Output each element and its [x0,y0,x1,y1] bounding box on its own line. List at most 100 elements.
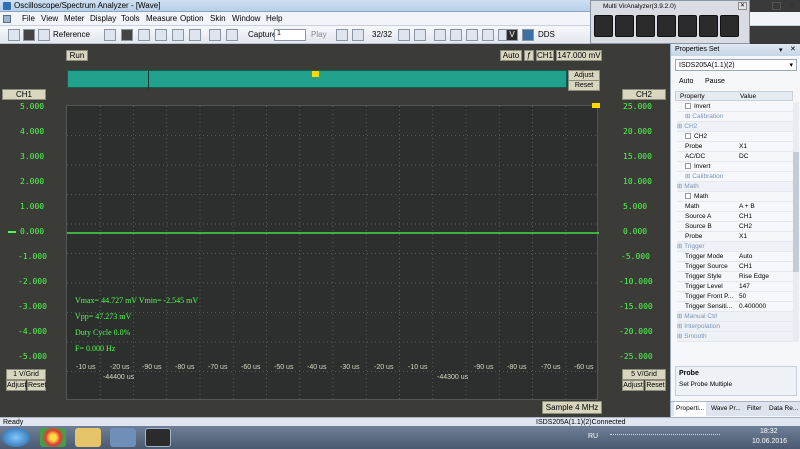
ch1-reset-button[interactable]: Reset [27,380,46,391]
ch2-scale[interactable]: 5 V/Grid [622,369,666,380]
menu-file[interactable]: File [22,14,35,23]
close-icon[interactable]: ✕ [786,1,798,11]
property-row[interactable]: Probe X1 [677,232,793,242]
property-row[interactable]: ⊞ Manual Ctrl [677,312,793,322]
property-row[interactable]: AC/DC DC [677,152,793,162]
language-indicator[interactable]: RU [588,433,598,440]
waveform-plot[interactable]: Vmax= 44.727 mV Vmin= -2.545 mV Vpp= 47.… [66,105,599,401]
property-row[interactable]: ⊞ Trigger [677,242,793,252]
checkbox[interactable] [685,133,691,140]
ch2-reset-button[interactable]: Reset [645,380,666,391]
property-value[interactable]: 50 [739,292,746,302]
property-row[interactable]: Invert [677,162,793,172]
property-row[interactable]: Trigger Sensiti... 0.400000 [677,302,793,312]
ch1-adjust-button[interactable]: Adjust [6,380,26,391]
wave-mode-icon-3[interactable] [636,15,655,37]
layout-dual-icon[interactable] [450,29,462,41]
viranalyzer-close-icon[interactable]: ✕ [738,2,747,10]
pin-icon[interactable]: ▾ [779,46,783,54]
wave-mode-icon-2[interactable] [615,15,634,37]
property-row[interactable]: ⊞ Calibration [677,112,793,122]
property-row[interactable]: ⊞ Smooth [677,332,793,342]
property-row[interactable]: Invert [677,102,793,112]
property-scrollbar[interactable] [793,102,799,342]
property-value[interactable]: Auto [739,252,752,262]
cursor-icon[interactable] [104,29,116,41]
property-value[interactable]: 147 [739,282,750,292]
property-row[interactable]: Math A + B [677,202,793,212]
last-frame-icon[interactable] [414,29,426,41]
property-row[interactable]: ⊞ CH2 [677,122,793,132]
overview-bar[interactable] [67,70,567,89]
maximize-icon[interactable] [772,2,781,10]
property-value[interactable]: CH1 [739,262,752,272]
tab-properties[interactable]: Properti... [674,402,707,416]
wave-mode-icon-7[interactable] [720,15,739,37]
save-icon[interactable] [23,29,35,41]
property-row[interactable]: CH2 [677,132,793,142]
menu-display[interactable]: Display [90,14,116,23]
run-status[interactable]: Run [66,50,88,61]
trigger-edge-icon[interactable]: ƒ [524,50,534,61]
pen-icon[interactable] [121,29,133,41]
measure-icon[interactable] [189,29,201,41]
property-row[interactable]: Trigger Mode Auto [677,252,793,262]
ch1-header[interactable]: CH1 [2,89,46,100]
checkbox[interactable] [685,103,691,110]
menu-skin[interactable]: Skin [210,14,226,23]
menu-help[interactable]: Help [266,14,282,23]
sample-rate[interactable]: Sample 4 MHz [542,401,602,414]
tab-auto[interactable]: Auto [679,78,693,85]
tab-wave-properties[interactable]: Wave Pr... [711,402,741,416]
prev-frame-icon[interactable] [352,29,364,41]
property-row[interactable]: Math [677,192,793,202]
ch2-ground-marker[interactable] [592,103,600,108]
property-row[interactable]: Trigger Front P... 50 [677,292,793,302]
oscilloscope-app-icon[interactable] [145,428,171,447]
property-value[interactable]: 0.400000 [739,302,766,312]
property-value[interactable]: DC [739,152,748,162]
play-button[interactable]: Play [311,30,327,39]
trigger-position-marker[interactable] [312,71,319,77]
property-row[interactable]: Trigger Level 147 [677,282,793,292]
property-row[interactable]: Source A CH1 [677,212,793,222]
menu-window[interactable]: Window [232,14,260,23]
property-value[interactable]: Rise Edge [739,272,769,282]
layout-h-icon[interactable] [482,29,494,41]
trigger-mode[interactable]: Auto [500,50,522,61]
scrollbar-thumb[interactable] [793,152,799,272]
menu-meter[interactable]: Meter [64,14,84,23]
ch2-header[interactable]: CH2 [622,89,666,100]
overview-reset-button[interactable]: Reset [568,80,600,91]
clock-date[interactable]: 10.06.2016 [752,438,787,445]
checkbox[interactable] [685,163,691,170]
property-row[interactable]: Probe X1 [677,142,793,152]
layout-single-icon[interactable] [434,29,446,41]
wave-mode-icon-4[interactable] [657,15,676,37]
reference-button[interactable]: Reference [53,30,90,39]
property-value[interactable]: X1 [739,142,747,152]
menu-view[interactable]: View [41,14,58,23]
property-value[interactable]: A + B [739,202,755,212]
layout-quad-icon[interactable] [466,29,478,41]
grid-icon[interactable] [172,29,184,41]
next-frame-icon[interactable] [398,29,410,41]
ch1-ground-marker[interactable] [8,231,16,233]
capture-count-input[interactable]: 1 [274,29,306,41]
checkbox[interactable] [685,193,691,200]
first-frame-icon[interactable] [336,29,348,41]
property-row[interactable]: Source B CH2 [677,222,793,232]
explorer-icon[interactable] [75,428,101,447]
tab-data-record[interactable]: Data Re... [769,402,798,416]
property-row[interactable]: Trigger Style Rise Edge [677,272,793,282]
menu-tools[interactable]: Tools [121,14,140,23]
trigger-channel[interactable]: CH1 [536,50,554,61]
property-row[interactable]: ⊞ Math [677,182,793,192]
property-value[interactable]: X1 [739,232,747,242]
ch1-scale[interactable]: 1 V/Grid [6,369,46,380]
v-icon[interactable]: V [506,29,518,41]
trigger-level[interactable]: 147.000 mV [556,50,602,61]
tray-icons[interactable] [610,434,720,441]
tab-filter[interactable]: Filter [747,402,761,416]
menu-option[interactable]: Option [180,14,204,23]
